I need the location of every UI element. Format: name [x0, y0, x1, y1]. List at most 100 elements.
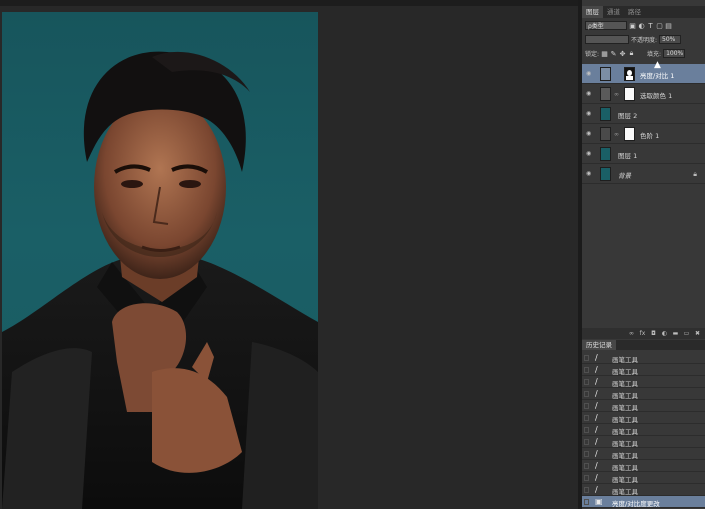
- history-item[interactable]: ∕ 画笔工具: [582, 364, 705, 376]
- document-image[interactable]: [2, 12, 318, 509]
- text-filter-icon[interactable]: T: [647, 22, 654, 30]
- new-adjustment-icon[interactable]: ◐: [661, 330, 668, 337]
- filter-row: ρ类型 ▣ ◐ T ▢ ▤: [582, 19, 705, 32]
- panel-tabs: 图层 通道 路径: [582, 6, 705, 18]
- lock-transparent-icon[interactable]: ▦: [601, 50, 608, 58]
- history-checkbox[interactable]: [584, 463, 589, 469]
- smart-filter-icon[interactable]: ▤: [665, 22, 672, 30]
- history-item[interactable]: ∕ 画笔工具: [582, 400, 705, 412]
- history-item[interactable]: ∕ 画笔工具: [582, 460, 705, 472]
- fill-field[interactable]: 100%: [663, 49, 686, 58]
- lock-all-icon[interactable]: 🔒︎: [628, 49, 635, 57]
- layer-name: 选取颜色 1: [640, 92, 673, 100]
- layer-name: 色阶 1: [640, 132, 660, 140]
- brush-icon: ∕: [595, 425, 598, 434]
- image-thumbnail: [600, 167, 611, 181]
- layer-row[interactable]: ◉ 图层 2: [582, 104, 705, 124]
- history-item-current[interactable]: ▣ 亮度/对比度更改: [582, 496, 705, 508]
- history-checkbox[interactable]: [584, 451, 589, 457]
- brush-icon: ∕: [595, 365, 598, 374]
- history-checkbox[interactable]: [584, 355, 589, 361]
- tab-channels[interactable]: 通道: [603, 6, 624, 18]
- brush-icon: ∕: [595, 461, 598, 470]
- tab-history[interactable]: 历史记录: [582, 340, 616, 350]
- history-item[interactable]: ∕ 画笔工具: [582, 484, 705, 496]
- history-item[interactable]: ∕ 画笔工具: [582, 472, 705, 484]
- layer-name: 图层 1: [618, 152, 638, 160]
- layer-style-icon[interactable]: fx: [639, 330, 646, 337]
- history-item[interactable]: ∕ 画笔工具: [582, 448, 705, 460]
- layer-row[interactable]: ◉ ∞ 色阶 1: [582, 124, 705, 144]
- layers-list: ◉ 亮度/对比 1 ◉ ∞ 选取颜色 1 ◉ 图层 2 ◉ ∞ 色阶 1 ◉ 图…: [582, 60, 705, 328]
- history-item[interactable]: ∕ 画笔工具: [582, 436, 705, 448]
- mask-thumbnail: [624, 87, 635, 101]
- add-mask-icon[interactable]: ◘: [650, 330, 657, 337]
- fill-label: 填充:: [647, 51, 662, 58]
- adjustment-filter-icon[interactable]: ◐: [638, 22, 645, 30]
- new-group-icon[interactable]: ▬: [672, 330, 679, 337]
- layers-toolbar: ∞ fx ◘ ◐ ▬ ▭ ✖: [582, 328, 705, 339]
- history-checkbox[interactable]: [584, 499, 589, 505]
- brush-icon: ∕: [595, 413, 598, 422]
- history-checkbox[interactable]: [584, 367, 589, 373]
- layer-filter-select[interactable]: ρ类型: [585, 21, 627, 30]
- eye-icon[interactable]: ◉: [586, 151, 594, 157]
- history-checkbox[interactable]: [584, 391, 589, 397]
- mask-thumbnail: [624, 127, 635, 141]
- blend-row: 不透明度: 50%: [582, 33, 705, 46]
- opacity-label: 不透明度:: [631, 37, 658, 44]
- brush-icon: ∕: [595, 377, 598, 386]
- history-checkbox[interactable]: [584, 475, 589, 481]
- link-layers-icon[interactable]: ∞: [628, 330, 635, 337]
- history-checkbox[interactable]: [584, 379, 589, 385]
- image-thumbnail: [600, 107, 611, 121]
- trash-icon[interactable]: ✖: [694, 330, 701, 337]
- brush-icon: ∕: [595, 449, 598, 458]
- brush-icon: ∕: [595, 437, 598, 446]
- brush-icon: ∕: [595, 353, 598, 362]
- layer-row[interactable]: ◉ 背景 🔒︎: [582, 164, 705, 184]
- eye-icon[interactable]: ◉: [586, 171, 594, 177]
- blend-mode-select[interactable]: [585, 35, 629, 44]
- history-item[interactable]: ∕ 画笔工具: [582, 376, 705, 388]
- link-icon: ∞: [614, 131, 619, 138]
- history-header: 历史记录: [582, 340, 705, 350]
- brush-icon: ∕: [595, 485, 598, 494]
- history-list: ∕ 画笔工具 ∕ 画笔工具 ∕ 画笔工具 ∕ 画笔工具 ∕ 画笔工具 ∕ 画笔工具 ∕ 画笔工…: [582, 350, 705, 509]
- adjustment-thumbnail: [600, 67, 611, 81]
- history-item[interactable]: ∕ 画笔工具: [582, 352, 705, 364]
- brush-icon: ∕: [595, 473, 598, 482]
- lock-row: 锁定: ▦ ✎ ✥ 🔒︎ 填充: 100%: [582, 47, 705, 60]
- history-checkbox[interactable]: [584, 427, 589, 433]
- eye-icon[interactable]: ◉: [586, 91, 594, 97]
- history-checkbox[interactable]: [584, 487, 589, 493]
- image-filter-icon[interactable]: ▣: [629, 22, 636, 30]
- brush-icon: ∕: [595, 401, 598, 410]
- shape-filter-icon[interactable]: ▢: [656, 22, 663, 30]
- adjustment-icon: ▣: [595, 497, 603, 506]
- layer-name: 背景: [618, 172, 631, 180]
- eye-icon[interactable]: ◉: [586, 131, 594, 137]
- opacity-field[interactable]: 50%: [659, 35, 682, 44]
- lock-pixels-icon[interactable]: ✎: [610, 50, 617, 58]
- layer-row[interactable]: ◉ 图层 1: [582, 144, 705, 164]
- layer-row[interactable]: ◉ 亮度/对比 1: [582, 64, 705, 84]
- eye-icon[interactable]: ◉: [586, 111, 594, 117]
- layer-name: 图层 2: [618, 112, 638, 120]
- history-checkbox[interactable]: [584, 439, 589, 445]
- history-item[interactable]: ∕ 画笔工具: [582, 388, 705, 400]
- eye-icon[interactable]: ◉: [586, 71, 594, 77]
- adjustment-thumbnail: [600, 87, 611, 101]
- history-item[interactable]: ∕ 画笔工具: [582, 424, 705, 436]
- history-checkbox[interactable]: [584, 415, 589, 421]
- layer-name: 亮度/对比 1: [640, 72, 675, 80]
- tab-paths[interactable]: 路径: [624, 6, 645, 18]
- tab-layers[interactable]: 图层: [582, 6, 603, 18]
- history-checkbox[interactable]: [584, 403, 589, 409]
- history-item[interactable]: ∕ 画笔工具: [582, 412, 705, 424]
- lock-label: 锁定:: [585, 51, 600, 58]
- levels-thumbnail: [600, 127, 611, 141]
- lock-position-icon[interactable]: ✥: [619, 50, 626, 58]
- new-layer-icon[interactable]: ▭: [683, 330, 690, 337]
- layer-row[interactable]: ◉ ∞ 选取颜色 1: [582, 84, 705, 104]
